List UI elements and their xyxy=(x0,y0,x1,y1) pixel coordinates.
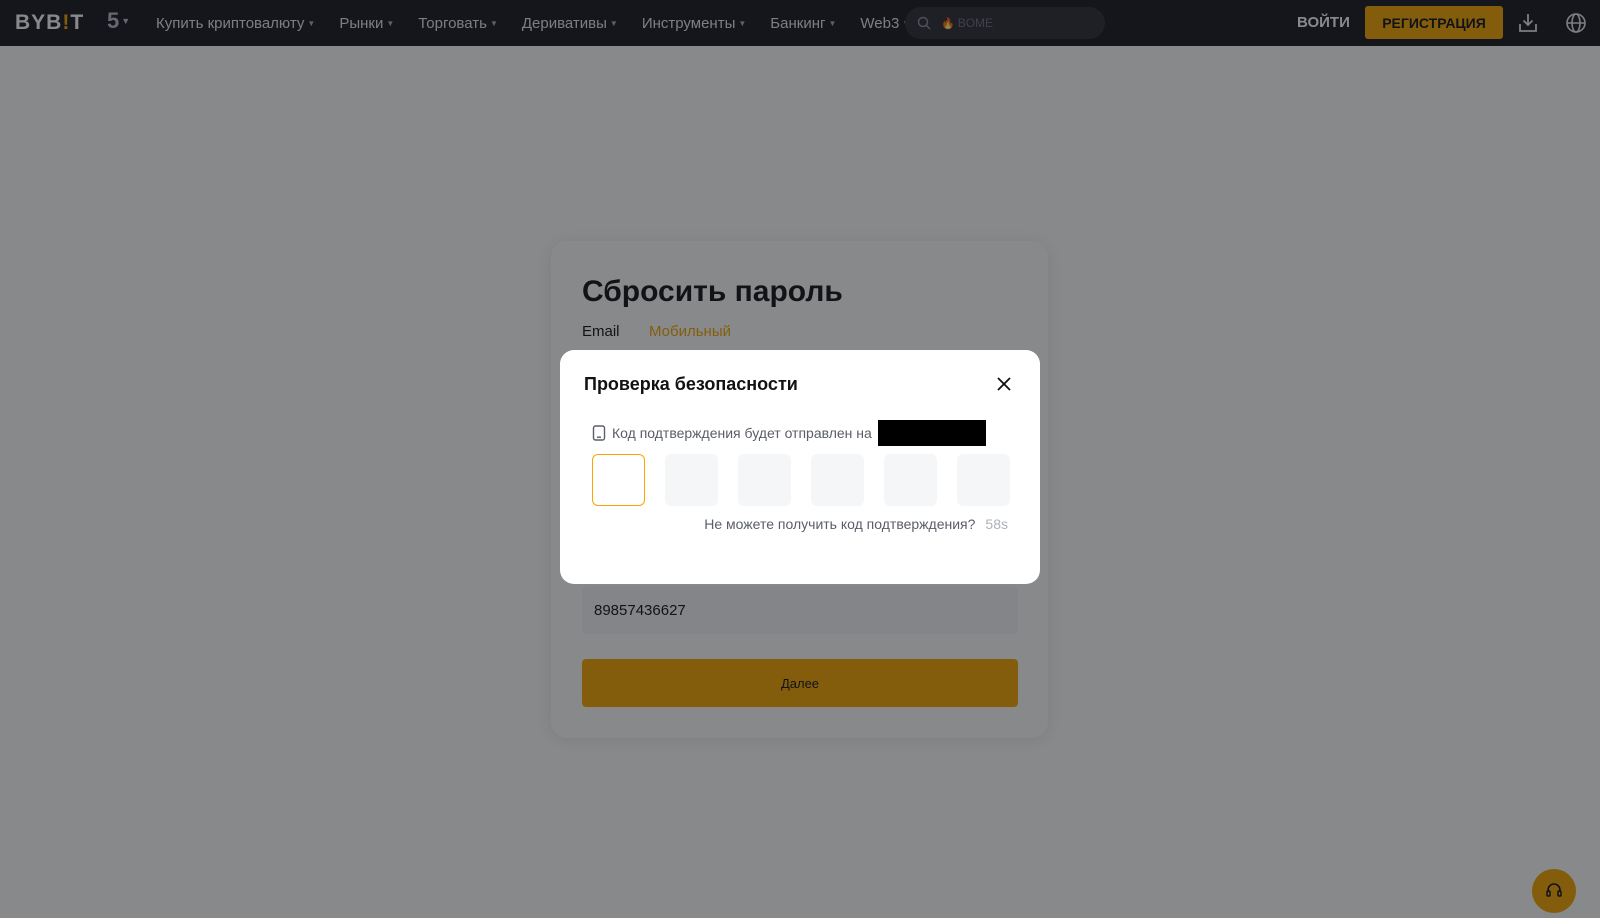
verification-info: Код подтверждения будет отправлен на xyxy=(592,420,986,446)
resend-code-link[interactable]: Не можете получить код подтверждения? xyxy=(704,516,975,532)
redacted-phone xyxy=(877,420,986,446)
modal-title: Проверка безопасности xyxy=(584,374,798,394)
close-icon[interactable] xyxy=(994,374,1014,394)
resend-row: Не можете получить код подтверждения? 58… xyxy=(704,516,1008,532)
otp-digit-1[interactable] xyxy=(592,454,645,506)
verification-info-text: Код подтверждения будет отправлен на xyxy=(612,425,872,441)
resend-timer: 58s xyxy=(985,516,1008,532)
otp-digit-6[interactable] xyxy=(957,454,1010,506)
mobile-phone-icon xyxy=(592,425,606,441)
otp-digit-4[interactable] xyxy=(811,454,864,506)
otp-digit-3[interactable] xyxy=(738,454,791,506)
otp-digit-2[interactable] xyxy=(665,454,718,506)
security-verification-modal: Проверка безопасности Код подтверждения … xyxy=(560,350,1040,584)
otp-input-group xyxy=(592,454,1010,506)
otp-digit-5[interactable] xyxy=(884,454,937,506)
